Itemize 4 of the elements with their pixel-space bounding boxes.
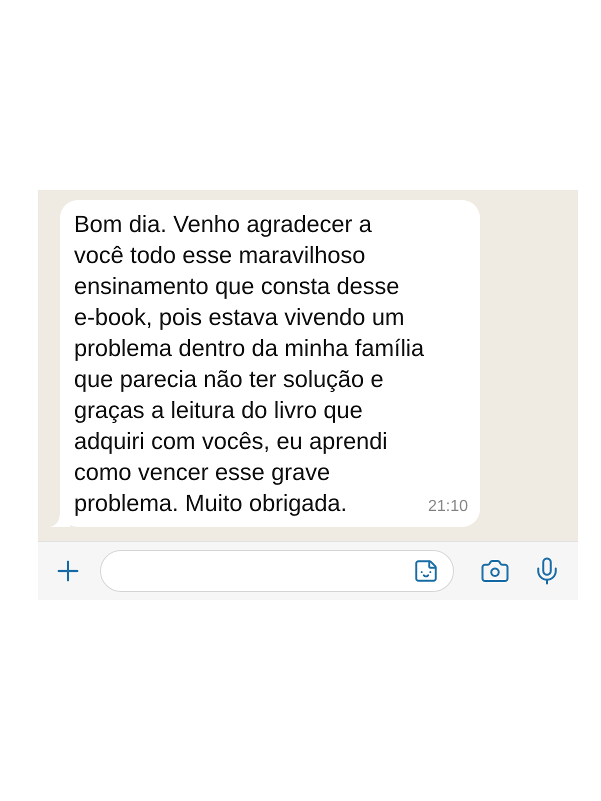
message-input[interactable]: [100, 550, 454, 592]
message-text: Bom dia. Venho agradecer a você todo esse maravilhoso ensinamento que consta desse e-book, pois estava vivendo um problema dentro da minha família que parecia não ter solução e graças a leitura do livro que adquiri com vocês, eu aprendi como vencer esse grave problema. Muito obrigada.: [74, 210, 426, 518]
sticker-icon[interactable]: [413, 558, 439, 584]
message-time: 21:10: [428, 497, 468, 517]
